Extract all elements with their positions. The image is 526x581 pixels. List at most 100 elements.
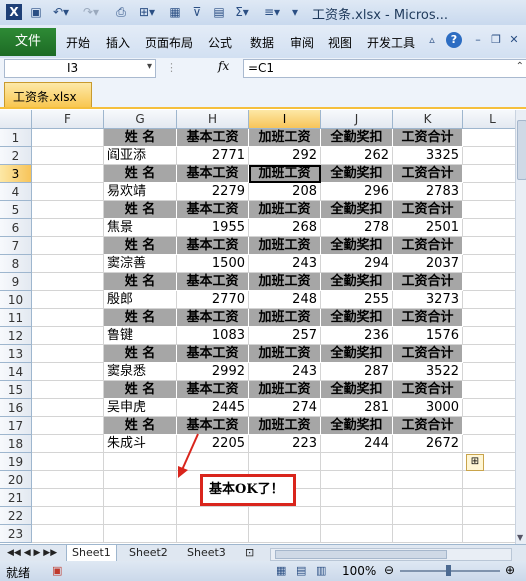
empty-cell[interactable]: [32, 291, 104, 309]
empty-cell[interactable]: [463, 165, 515, 183]
window-close-icon[interactable]: ✕: [506, 32, 522, 48]
salary-value-cell[interactable]: 281: [321, 399, 393, 417]
header-cell[interactable]: 工资合计: [393, 309, 463, 327]
salary-value-cell[interactable]: 3522: [393, 363, 463, 381]
empty-cell[interactable]: [32, 183, 104, 201]
page-layout-view-icon[interactable]: ▤: [296, 564, 306, 577]
excel-app-icon[interactable]: X: [6, 4, 22, 20]
empty-cell[interactable]: [321, 471, 393, 489]
salary-value-cell[interactable]: 223: [249, 435, 321, 453]
vertical-scroll-thumb[interactable]: [517, 120, 526, 180]
column-header-i[interactable]: I: [249, 110, 321, 129]
empty-cell[interactable]: [32, 309, 104, 327]
empty-cell[interactable]: [463, 309, 515, 327]
save-icon[interactable]: ▣: [28, 4, 44, 20]
row-header-1[interactable]: 1: [0, 129, 32, 147]
row-header-22[interactable]: 22: [0, 507, 32, 525]
salary-value-cell[interactable]: 248: [249, 291, 321, 309]
empty-cell[interactable]: [463, 291, 515, 309]
empty-cell[interactable]: [32, 525, 104, 543]
salary-value-cell[interactable]: 296: [321, 183, 393, 201]
empty-cell[interactable]: [463, 273, 515, 291]
column-header-f[interactable]: F: [32, 110, 104, 129]
format-icon[interactable]: ⊞▾: [136, 4, 158, 20]
select-all-corner[interactable]: [0, 110, 32, 129]
empty-cell[interactable]: [463, 327, 515, 345]
salary-value-cell[interactable]: 2501: [393, 219, 463, 237]
header-cell[interactable]: 全勤奖扣: [321, 381, 393, 399]
header-cell[interactable]: 工资合计: [393, 129, 463, 147]
macro-record-icon[interactable]: ▣: [52, 564, 62, 577]
column-header-h[interactable]: H: [177, 110, 249, 129]
header-cell[interactable]: 加班工资: [249, 165, 321, 183]
empty-cell[interactable]: [32, 219, 104, 237]
salary-value-cell[interactable]: 268: [249, 219, 321, 237]
empty-cell[interactable]: [32, 363, 104, 381]
empty-cell[interactable]: [463, 417, 515, 435]
empty-cell[interactable]: [104, 471, 177, 489]
header-cell[interactable]: 基本工资: [177, 273, 249, 291]
workbook-tab[interactable]: 工资条.xlsx: [4, 82, 92, 109]
header-cell[interactable]: 加班工资: [249, 309, 321, 327]
empty-cell[interactable]: [463, 183, 515, 201]
header-cell[interactable]: 基本工资: [177, 345, 249, 363]
empty-cell[interactable]: [321, 525, 393, 543]
row-header-8[interactable]: 8: [0, 255, 32, 273]
expand-formula-icon[interactable]: ⌃: [516, 61, 524, 72]
zoom-in-icon[interactable]: ⊕: [505, 563, 515, 577]
row-header-17[interactable]: 17: [0, 417, 32, 435]
customize-qat-icon[interactable]: ▾: [290, 4, 300, 20]
empty-cell[interactable]: [463, 471, 515, 489]
normal-view-icon[interactable]: ▦: [276, 564, 286, 577]
salary-value-cell[interactable]: 255: [321, 291, 393, 309]
empty-cell[interactable]: [104, 489, 177, 507]
salary-value-cell[interactable]: 2279: [177, 183, 249, 201]
tab-view[interactable]: 视图: [328, 34, 352, 51]
window-minimize-icon[interactable]: –: [470, 32, 486, 48]
header-cell[interactable]: 加班工资: [249, 381, 321, 399]
header-cell[interactable]: 基本工资: [177, 129, 249, 147]
salary-value-cell[interactable]: 257: [249, 327, 321, 345]
row-header-16[interactable]: 16: [0, 399, 32, 417]
header-cell[interactable]: 工资合计: [393, 345, 463, 363]
empty-cell[interactable]: [463, 507, 515, 525]
empty-cell[interactable]: [249, 453, 321, 471]
empty-cell[interactable]: [32, 147, 104, 165]
empty-cell[interactable]: [321, 507, 393, 525]
empty-cell[interactable]: [463, 345, 515, 363]
row-header-7[interactable]: 7: [0, 237, 32, 255]
salary-value-cell[interactable]: 2672: [393, 435, 463, 453]
empty-cell[interactable]: [463, 363, 515, 381]
tab-file[interactable]: 文件: [0, 28, 56, 56]
salary-value-cell[interactable]: 236: [321, 327, 393, 345]
empty-cell[interactable]: [463, 219, 515, 237]
salary-value-cell[interactable]: 2783: [393, 183, 463, 201]
empty-cell[interactable]: [393, 489, 463, 507]
horizontal-scrollbar[interactable]: [270, 548, 512, 561]
salary-value-cell[interactable]: 2771: [177, 147, 249, 165]
header-cell[interactable]: 姓 名: [104, 129, 177, 147]
tab-data[interactable]: 数据: [250, 34, 274, 51]
empty-cell[interactable]: [393, 453, 463, 471]
tab-home[interactable]: 开始: [66, 34, 90, 51]
row-header-2[interactable]: 2: [0, 147, 32, 165]
header-cell[interactable]: 基本工资: [177, 309, 249, 327]
align-icon[interactable]: ≡▾: [262, 4, 282, 20]
empty-cell[interactable]: [463, 399, 515, 417]
empty-cell[interactable]: [32, 165, 104, 183]
calc-icon[interactable]: ▦: [166, 4, 184, 20]
undo-icon[interactable]: ↶▾: [50, 4, 72, 20]
paste-options-icon[interactable]: ⊞: [466, 454, 484, 471]
employee-name-cell[interactable]: 殷郎: [104, 291, 177, 309]
salary-value-cell[interactable]: 1500: [177, 255, 249, 273]
empty-cell[interactable]: [32, 237, 104, 255]
row-header-23[interactable]: 23: [0, 525, 32, 543]
empty-cell[interactable]: [463, 489, 515, 507]
help-icon[interactable]: ?: [446, 32, 462, 48]
empty-cell[interactable]: [32, 399, 104, 417]
page-break-view-icon[interactable]: ▥: [316, 564, 326, 577]
print-preview-icon[interactable]: ⎙: [112, 4, 130, 20]
sheet-tab-1[interactable]: Sheet1: [66, 545, 117, 562]
header-cell[interactable]: 姓 名: [104, 417, 177, 435]
minimize-ribbon-icon[interactable]: ▵: [424, 32, 440, 48]
